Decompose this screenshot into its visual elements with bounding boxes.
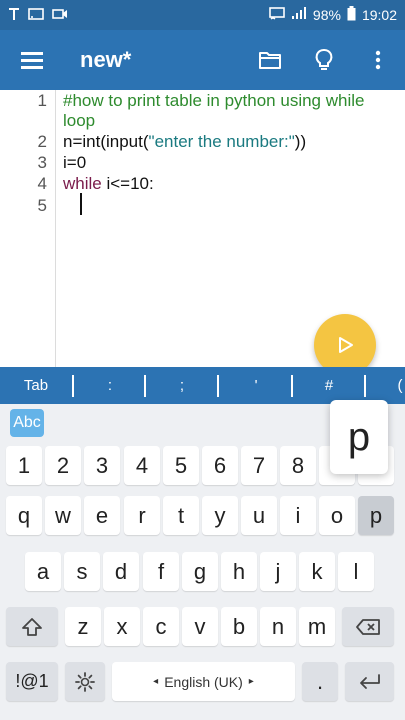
- signal-icon: [291, 7, 307, 23]
- key-w[interactable]: w: [45, 496, 81, 535]
- key-v[interactable]: v: [182, 607, 218, 646]
- folder-icon: [259, 52, 281, 69]
- keyboard-mode-button[interactable]: Abc: [10, 409, 44, 437]
- code-keyword: while: [63, 174, 102, 193]
- key-y[interactable]: y: [202, 496, 238, 535]
- key-d[interactable]: d: [103, 552, 139, 591]
- symbol-key-tab[interactable]: Tab: [14, 367, 58, 404]
- key-a[interactable]: a: [25, 552, 61, 591]
- shift-key[interactable]: [6, 607, 58, 646]
- code-token: i<=10:: [101, 174, 154, 193]
- line-number: 2: [37, 132, 47, 151]
- code-line: i=0: [63, 153, 87, 172]
- key-m[interactable]: m: [299, 607, 335, 646]
- app-bar: new*: [0, 30, 405, 90]
- key-6[interactable]: 6: [202, 446, 238, 485]
- symbol-key-hash[interactable]: #: [309, 367, 349, 404]
- shift-icon: [22, 617, 42, 636]
- text-cursor: [80, 193, 82, 215]
- key-h[interactable]: h: [221, 552, 257, 591]
- period-key[interactable]: .: [302, 662, 338, 701]
- key-c[interactable]: c: [143, 607, 179, 646]
- symbol-bar: Tab : ; ' # (: [0, 367, 405, 404]
- battery-percent: 98%: [312, 7, 341, 23]
- key-f[interactable]: f: [143, 552, 179, 591]
- key-b[interactable]: b: [221, 607, 257, 646]
- symbol-key-colon[interactable]: :: [90, 367, 130, 404]
- key-u[interactable]: u: [241, 496, 277, 535]
- symbol-separator: [217, 375, 219, 397]
- status-bar: 98% 19:02: [0, 0, 405, 30]
- clock: 19:02: [361, 7, 397, 23]
- key-preview-popup: p: [330, 400, 388, 474]
- open-folder-button[interactable]: [243, 30, 297, 90]
- code-line: loop: [63, 111, 96, 130]
- key-x[interactable]: x: [104, 607, 140, 646]
- notification-t-icon: [8, 7, 20, 24]
- settings-key[interactable]: [65, 662, 105, 701]
- gear-icon: [75, 671, 95, 692]
- video-icon: [52, 8, 68, 23]
- more-options-button[interactable]: [351, 30, 405, 90]
- symbol-key-paren[interactable]: (: [380, 367, 405, 404]
- symbol-separator: [364, 375, 366, 397]
- screen-mirror-icon: [269, 7, 285, 23]
- key-l[interactable]: l: [338, 552, 374, 591]
- key-3[interactable]: 3: [84, 446, 120, 485]
- space-key-label: English (UK): [164, 673, 243, 690]
- key-k[interactable]: k: [299, 552, 335, 591]
- chevron-left-icon: ◂: [153, 676, 159, 687]
- key-o[interactable]: o: [319, 496, 355, 535]
- key-j[interactable]: j: [260, 552, 296, 591]
- symbol-key-semicolon[interactable]: ;: [162, 367, 202, 404]
- file-title: new*: [80, 47, 132, 72]
- line-number: 5: [37, 196, 47, 215]
- symbol-separator: [72, 375, 74, 397]
- backspace-key[interactable]: [342, 607, 394, 646]
- line-number: 3: [37, 153, 47, 172]
- enter-icon: [359, 673, 380, 689]
- key-i[interactable]: i: [280, 496, 316, 535]
- code-string: "enter the number:": [148, 132, 295, 151]
- key-q[interactable]: q: [6, 496, 42, 535]
- symbol-separator: [291, 375, 293, 397]
- lightbulb-icon: [315, 49, 333, 70]
- code-line: #how to print table in python using whil…: [63, 91, 365, 110]
- enter-key[interactable]: [345, 662, 394, 701]
- play-icon: [339, 337, 353, 353]
- space-key[interactable]: ◂ English (UK) ▸: [112, 662, 295, 701]
- symbol-key-quote[interactable]: ': [236, 367, 276, 404]
- key-4[interactable]: 4: [124, 446, 160, 485]
- key-z[interactable]: z: [65, 607, 101, 646]
- key-e[interactable]: e: [84, 496, 120, 535]
- key-p[interactable]: p: [358, 496, 394, 535]
- cast-icon: [28, 7, 44, 23]
- key-8[interactable]: 8: [280, 446, 316, 485]
- key-2[interactable]: 2: [45, 446, 81, 485]
- key-r[interactable]: r: [124, 496, 160, 535]
- symbols-key[interactable]: !@1: [6, 662, 58, 701]
- line-number: 4: [37, 174, 47, 193]
- line-number-gutter: 1 2 3 4 5: [0, 90, 56, 367]
- hint-button[interactable]: [297, 30, 351, 90]
- hamburger-menu-icon: [21, 52, 43, 69]
- key-5[interactable]: 5: [163, 446, 199, 485]
- key-t[interactable]: t: [163, 496, 199, 535]
- code-token: n=int(input(: [63, 132, 149, 151]
- code-line: n=int(input("enter the number:")): [63, 132, 306, 152]
- symbol-separator: [144, 375, 146, 397]
- key-g[interactable]: g: [182, 552, 218, 591]
- battery-icon: [347, 6, 356, 24]
- key-s[interactable]: s: [64, 552, 100, 591]
- menu-button[interactable]: [0, 30, 64, 90]
- chevron-right-icon: ▸: [248, 676, 254, 687]
- key-1[interactable]: 1: [6, 446, 42, 485]
- backspace-icon: [356, 618, 380, 635]
- key-n[interactable]: n: [260, 607, 296, 646]
- line-number: 1: [37, 91, 47, 110]
- code-token: )): [294, 132, 307, 151]
- key-7[interactable]: 7: [241, 446, 277, 485]
- code-line: while i<=10:: [63, 174, 154, 194]
- more-vert-icon: [375, 50, 381, 70]
